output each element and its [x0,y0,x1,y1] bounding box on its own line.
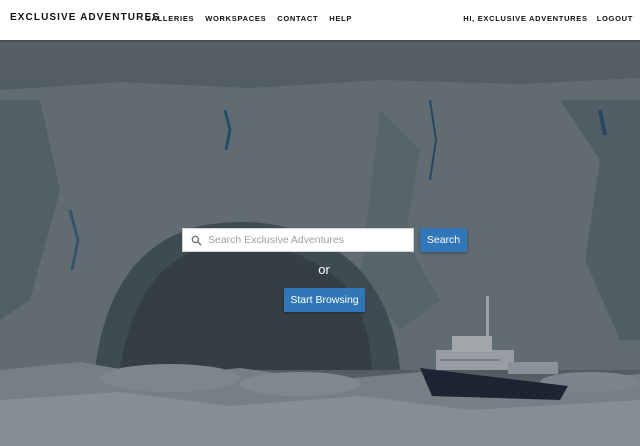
top-navigation-bar: EXCLUSIVE ADVENTURES GALLERIES WORKSPACE… [0,0,640,40]
search-button[interactable]: Search [420,228,467,252]
hero-section: Search or Start Browsing [0,40,640,446]
search-field-container[interactable] [182,228,414,252]
nav-workspaces[interactable]: WORKSPACES [205,14,266,23]
search-icon [191,235,202,246]
start-browsing-button[interactable]: Start Browsing [284,288,365,312]
search-row: Search [182,228,467,252]
brand-logo-text[interactable]: EXCLUSIVE ADVENTURES [10,12,160,23]
main-nav: GALLERIES WORKSPACES CONTACT HELP [145,14,352,23]
account-nav: HI, EXCLUSIVE ADVENTURES LOGOUT [463,14,633,23]
or-separator: or [318,262,330,277]
nav-galleries[interactable]: GALLERIES [145,14,194,23]
nav-contact[interactable]: CONTACT [277,14,318,23]
user-greeting[interactable]: HI, EXCLUSIVE ADVENTURES [463,14,587,23]
nav-help[interactable]: HELP [329,14,352,23]
search-input[interactable] [208,234,408,246]
logout-link[interactable]: LOGOUT [597,14,633,23]
